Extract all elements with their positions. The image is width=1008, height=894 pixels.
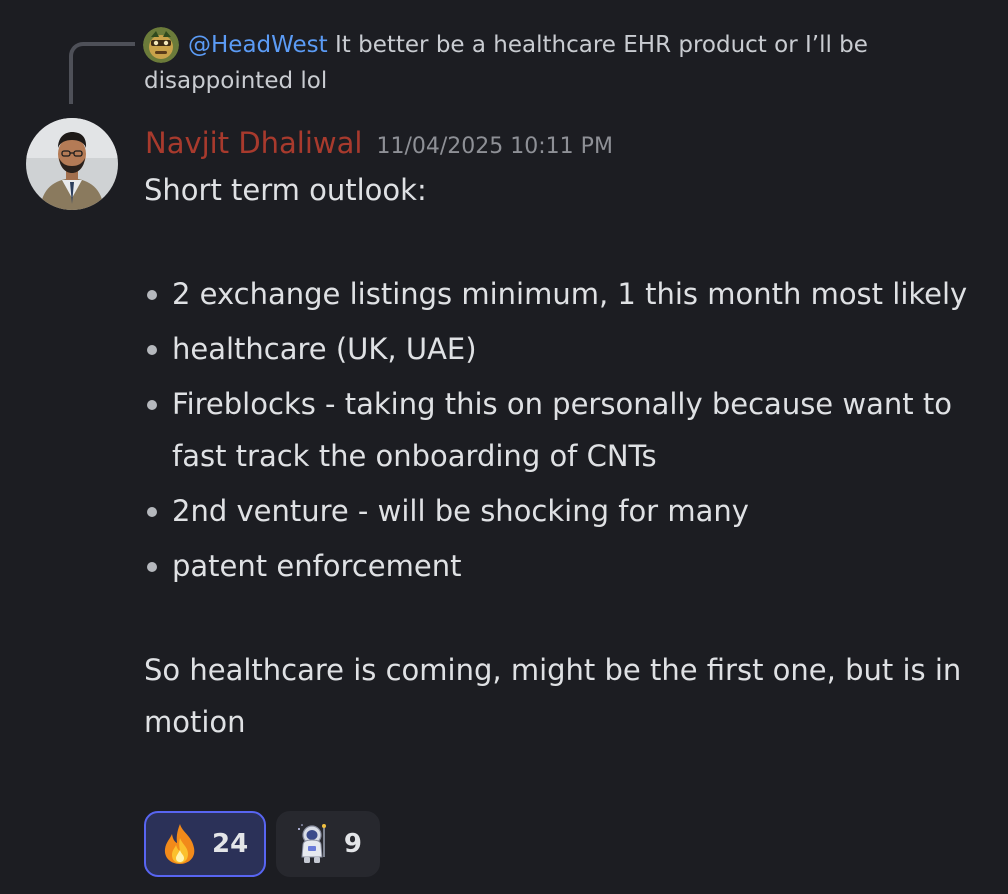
fire-emoji-icon xyxy=(160,822,200,866)
message-intro: Short term outlook: xyxy=(144,173,427,207)
fire-reaction-count: 24 xyxy=(212,829,249,859)
bullet-list: 2 exchange listings minimum, 1 this mont… xyxy=(144,268,984,592)
message-content: Short term outlook: 2 exchange listings … xyxy=(144,164,984,748)
bullet-item: 2nd venture - will be shocking for many xyxy=(147,485,984,537)
author-name[interactable]: Navjit Dhaliwal xyxy=(145,126,362,160)
bullet-item: healthcare (UK, UAE) xyxy=(147,323,984,375)
astronaut-emoji-icon xyxy=(292,822,332,866)
astronaut-reaction-button[interactable]: 9 xyxy=(276,811,380,877)
bullet-item: patent enforcement xyxy=(147,540,984,592)
reactions-bar: 24 9 xyxy=(144,811,380,877)
fire-reaction-button[interactable]: 24 xyxy=(144,811,266,877)
author-avatar[interactable] xyxy=(26,118,118,210)
message-timestamp[interactable]: 11/04/2025 10:11 PM xyxy=(376,134,612,159)
reply-connector xyxy=(69,42,135,104)
bullet-item: Fireblocks - taking this on personally b… xyxy=(147,378,984,482)
reply-mention[interactable]: @HeadWest xyxy=(188,32,328,58)
reply-preview[interactable]: @HeadWest It better be a healthcare EHR … xyxy=(144,27,924,99)
message-header: Navjit Dhaliwal 11/04/2025 10:11 PM xyxy=(145,121,613,165)
bullet-item: 2 exchange listings minimum, 1 this mont… xyxy=(147,268,984,320)
message-outro: So healthcare is coming, might be the fi… xyxy=(144,653,962,739)
astronaut-reaction-count: 9 xyxy=(343,829,362,859)
